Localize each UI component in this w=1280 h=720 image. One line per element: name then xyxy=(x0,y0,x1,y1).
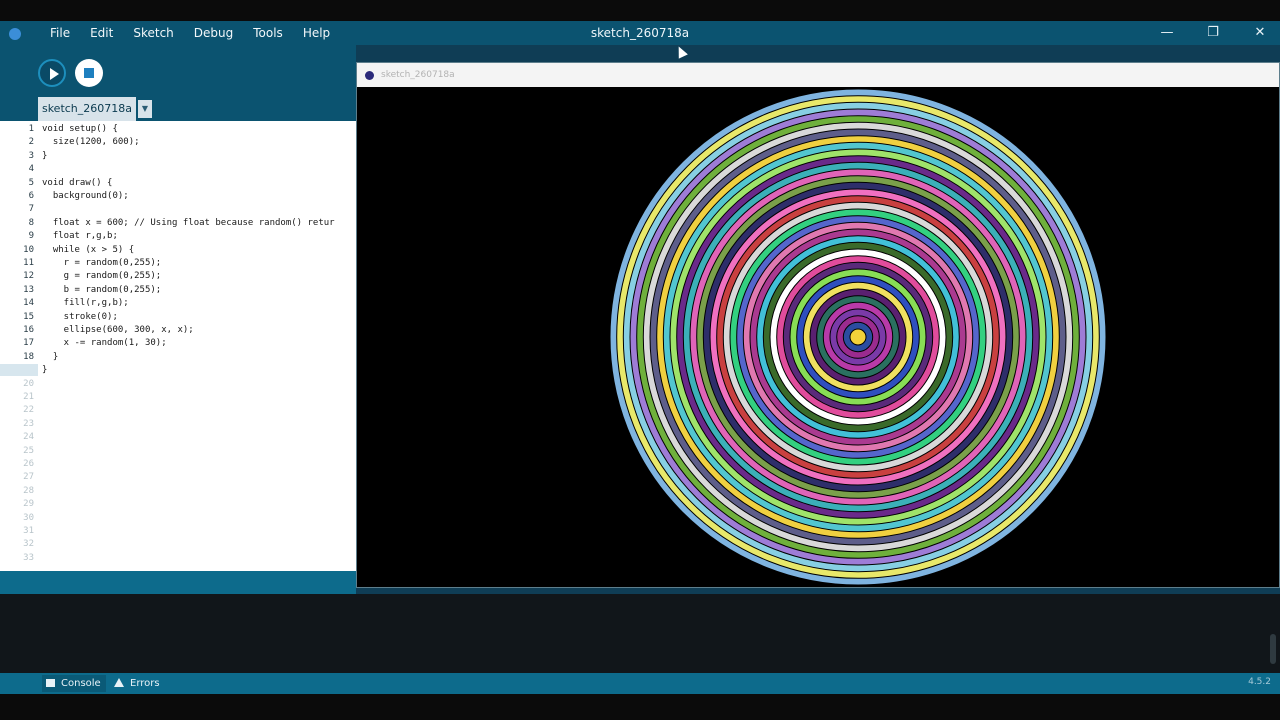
status-bar: Console Errors 4.5.2 xyxy=(0,673,1280,694)
line-number: 3 xyxy=(28,150,34,161)
line-number: 24 xyxy=(23,432,34,443)
restore-button[interactable]: ❐ xyxy=(1199,21,1227,45)
console-area[interactable] xyxy=(0,594,1280,673)
code-line: r = random(0,255); xyxy=(42,258,162,268)
stop-button[interactable] xyxy=(75,59,103,87)
line-number: 18 xyxy=(23,351,34,362)
top-black-bar xyxy=(0,0,1280,21)
sketch-canvas[interactable] xyxy=(357,87,1279,587)
tab-menu-arrow-icon[interactable]: ▼ xyxy=(138,100,152,118)
code-line: x -= random(1, 30); xyxy=(42,338,167,349)
line-number: 12 xyxy=(23,271,34,282)
line-number: 4 xyxy=(28,164,34,175)
menu-debug[interactable]: Debug xyxy=(194,26,233,40)
code-line: void draw() { xyxy=(42,177,113,188)
line-number: 5 xyxy=(28,177,34,188)
line-number: 26 xyxy=(23,459,34,469)
line-number: 32 xyxy=(23,539,34,550)
line-number: 14 xyxy=(23,298,34,309)
line-number: 2 xyxy=(28,137,34,148)
sketch-window: sketch_260718a xyxy=(356,62,1280,588)
console-tab-label: Console xyxy=(61,678,101,689)
code-line: float x = 600; // Using float because ra… xyxy=(42,217,335,228)
warning-icon xyxy=(114,678,124,687)
line-number: 17 xyxy=(23,338,34,349)
processing-logo-icon xyxy=(9,28,21,40)
tab-sketch[interactable]: sketch_260718a xyxy=(38,97,136,121)
mouse-cursor-icon xyxy=(674,44,688,59)
line-number: 16 xyxy=(23,325,34,335)
menu-tools[interactable]: Tools xyxy=(253,26,283,40)
stop-icon xyxy=(84,68,94,78)
code-line: } xyxy=(42,365,48,376)
code-line: g = random(0,255); xyxy=(42,271,162,282)
line-number: 11 xyxy=(23,258,34,268)
toolbar xyxy=(0,45,356,97)
code-line: float r,g,b; xyxy=(42,231,118,242)
line-number: 15 xyxy=(23,311,34,322)
code-line: size(1200, 600); xyxy=(42,137,140,148)
line-number: 1 xyxy=(28,124,34,134)
menu-sketch[interactable]: Sketch xyxy=(133,26,173,40)
code-line: } xyxy=(42,351,59,362)
line-number: 28 xyxy=(23,485,34,496)
line-number: 9 xyxy=(28,231,34,242)
minimize-button[interactable]: — xyxy=(1153,21,1181,45)
line-number: 31 xyxy=(23,526,34,536)
version-label: 4.5.2 xyxy=(1248,677,1271,687)
console-scrollbar[interactable] xyxy=(1270,634,1276,664)
line-number: 6 xyxy=(28,191,34,201)
console-icon xyxy=(46,679,55,687)
line-number: 13 xyxy=(23,284,34,295)
line-number: 25 xyxy=(23,445,34,456)
line-number: 20 xyxy=(23,378,34,389)
menu-bar: File Edit Sketch Debug Tools Help xyxy=(40,21,340,45)
code-line: stroke(0); xyxy=(42,311,118,322)
code-line: b = random(0,255); xyxy=(42,284,162,295)
run-button[interactable] xyxy=(38,59,66,87)
ring xyxy=(849,328,867,346)
console-tab[interactable]: Console xyxy=(42,675,106,692)
bottom-black-bar xyxy=(0,694,1280,720)
title-bar: File Edit Sketch Debug Tools Help sketch… xyxy=(0,21,1280,45)
current-line-gutter-highlight xyxy=(0,364,38,376)
line-number: 27 xyxy=(23,472,34,483)
code-line: background(0); xyxy=(42,191,129,201)
line-number: 8 xyxy=(28,217,34,228)
code-line: ellipse(600, 300, x, x); xyxy=(42,325,194,335)
line-number: 29 xyxy=(23,499,34,510)
line-number: 30 xyxy=(23,512,34,523)
menu-file[interactable]: File xyxy=(50,26,70,40)
menu-help[interactable]: Help xyxy=(303,26,330,40)
editor-status-strip xyxy=(0,571,356,594)
tab-row: sketch_260718a ▼ xyxy=(0,97,356,121)
close-button[interactable]: ✕ xyxy=(1246,21,1274,45)
sketch-window-titlebar[interactable]: sketch_260718a xyxy=(357,63,1279,87)
line-number: 21 xyxy=(23,392,34,402)
line-number: 7 xyxy=(28,204,34,215)
code-line: while (x > 5) { xyxy=(42,244,135,255)
line-number-gutter: 1234567891011121314151617181920212223242… xyxy=(0,121,38,571)
code-line: } xyxy=(42,150,48,161)
code-line: void setup() { xyxy=(42,124,118,134)
line-number: 33 xyxy=(23,552,34,563)
sketch-window-title: sketch_260718a xyxy=(381,70,455,80)
line-number: 23 xyxy=(23,418,34,429)
errors-tab-label: Errors xyxy=(130,678,160,689)
line-number: 22 xyxy=(23,405,34,416)
code-editor[interactable]: void setup() { size(1200, 600);} void dra… xyxy=(38,121,356,571)
code-line: fill(r,g,b); xyxy=(42,298,129,309)
menu-edit[interactable]: Edit xyxy=(90,26,113,40)
play-icon xyxy=(50,68,59,80)
sketch-window-icon xyxy=(365,71,374,80)
line-number: 10 xyxy=(23,244,34,255)
errors-tab[interactable]: Errors xyxy=(114,675,160,692)
